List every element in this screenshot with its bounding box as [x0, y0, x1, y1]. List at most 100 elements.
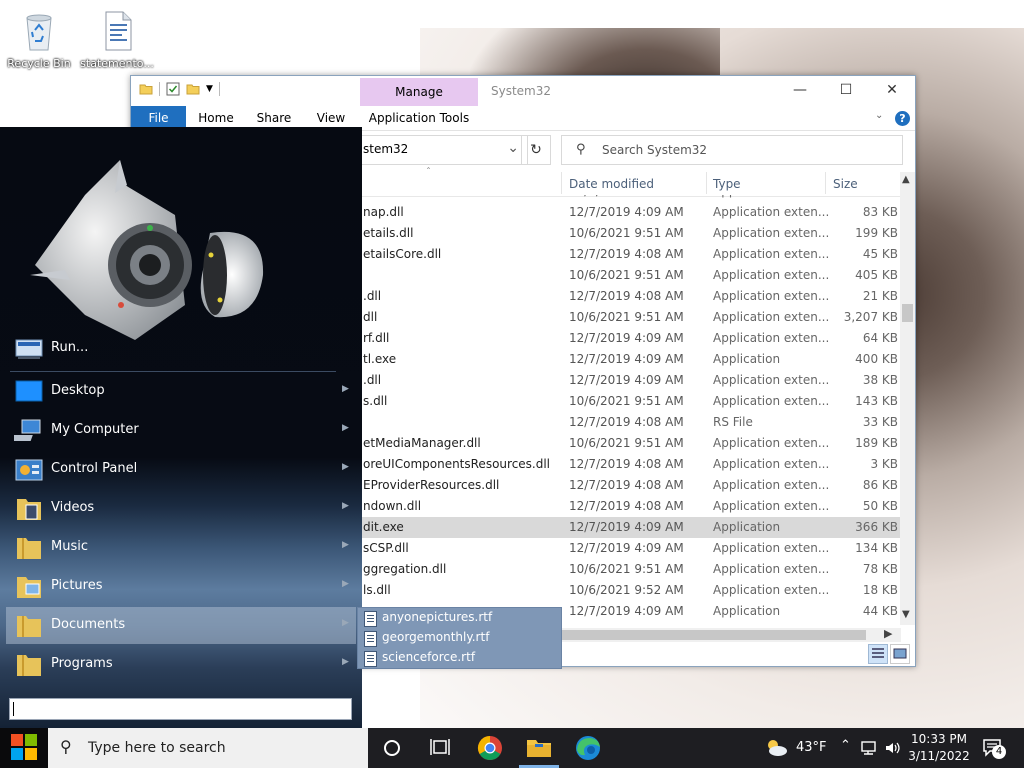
file-row[interactable]: s.dll 10/6/2021 9:51 AM Application exten.… [356, 391, 901, 412]
expand-ribbon-icon[interactable]: ⌄ [875, 110, 883, 121]
file-type: Application exten... [713, 478, 830, 492]
file-size: 50 KB [862, 499, 898, 513]
file-row[interactable]: sCSP.dll 12/7/2019 4:09 AM Application ext… [356, 538, 901, 559]
start-menu-item-control-panel[interactable]: Control Panel ▶ [6, 451, 356, 488]
start-menu-item-music[interactable]: Music ▶ [6, 529, 356, 566]
file-row[interactable]: 12/7/2019 4:08 AM RS File 33 KB [356, 412, 901, 433]
chrome-taskbar-button[interactable] [466, 728, 514, 768]
volume-icon[interactable] [884, 740, 902, 756]
file-name: etMediaManager.dll [363, 436, 481, 450]
scroll-down-icon[interactable]: ▼ [902, 609, 910, 620]
column-size[interactable]: Size [833, 177, 858, 191]
chevron-down-icon[interactable]: ⌄ [507, 140, 519, 156]
cortana-button[interactable] [368, 728, 416, 768]
start-menu-item-programs[interactable]: Programs ▶ [6, 646, 356, 683]
start-menu-item-label: My Computer [51, 422, 139, 437]
scroll-up-icon[interactable]: ▲ [902, 174, 910, 185]
action-center-button[interactable]: 4 [978, 728, 1018, 768]
taskbar-search-box[interactable]: ⚲ Type here to search [48, 728, 368, 768]
file-size: 189 KB [855, 436, 898, 450]
file-row[interactable]: ndown.dll 12/7/2019 4:08 AM Application ex… [356, 496, 901, 517]
manage-tab-group[interactable]: Manage [360, 78, 478, 107]
file-row[interactable]: ls.dll 10/6/2021 9:52 AM Application exten… [356, 580, 901, 601]
file-row[interactable]: tl.exe 12/7/2019 4:09 AM Application 400 KB [356, 349, 901, 370]
start-menu-item-videos[interactable]: Videos ▶ [6, 490, 356, 527]
file-row[interactable]: dit.exe 12/7/2019 4:09 AM Application 366 K… [356, 517, 901, 538]
new-folder-icon[interactable] [186, 82, 200, 96]
file-row[interactable]: benches.exe 12/7/2019 9:51 AM Application 1… [356, 195, 901, 202]
file-row[interactable]: .dll 12/7/2019 4:08 AM Application exten..… [356, 286, 901, 307]
scroll-right-icon[interactable]: ▶ [884, 627, 892, 640]
file-row[interactable]: ggregation.dll 10/6/2021 9:51 AM Applicati… [356, 559, 901, 580]
maximize-button[interactable]: ☐ [823, 76, 869, 106]
file-explorer-icon [527, 740, 551, 757]
desktop-icon-statement[interactable]: statemento... [78, 10, 156, 70]
desktop-icon [14, 379, 43, 405]
scroll-thumb[interactable] [902, 304, 913, 322]
file-row[interactable]: oreUIComponentsResources.dll 12/7/2019 4:… [356, 454, 901, 475]
file-row[interactable]: etails.dll 10/6/2021 9:51 AM Application e… [356, 223, 901, 244]
file-date-modified: 10/6/2021 9:51 AM [569, 436, 684, 450]
submenu-arrow-icon: ▶ [342, 501, 349, 511]
start-menu-item-run[interactable]: Run... [6, 330, 356, 367]
file-size: 134 KB [855, 541, 898, 555]
column-type[interactable]: Type [713, 177, 741, 191]
file-row[interactable]: nap.dll 12/7/2019 4:09 AM Application exte… [356, 202, 901, 223]
file-list: benches.exe 12/7/2019 9:51 AM Application 1… [356, 195, 901, 625]
properties-icon[interactable] [166, 82, 180, 96]
minimize-button[interactable]: — [777, 76, 823, 106]
taskbar-search-placeholder: Type here to search [88, 740, 226, 756]
file-date-modified: 10/6/2021 9:51 AM [569, 226, 684, 240]
file-row[interactable]: .dll 12/7/2019 4:09 AM Application exten..… [356, 370, 901, 391]
large-icons-view-icon[interactable] [890, 644, 910, 664]
clock[interactable]: 10:33 PM 3/11/2022 [904, 728, 974, 768]
tab-application-tools[interactable]: Application Tools [360, 106, 478, 130]
column-date-modified[interactable]: Date modified [569, 177, 654, 191]
start-menu-search-input[interactable] [9, 698, 352, 720]
file-name: ggregation.dll [363, 562, 447, 576]
flyout-document-label: scienceforce.rtf [382, 650, 476, 664]
file-size: 21 KB [862, 289, 898, 303]
refresh-button[interactable]: ↻ [521, 135, 551, 165]
address-bar[interactable]: stem32 ⌄ [356, 135, 528, 165]
start-menu-item-my-computer[interactable]: My Computer ▶ [6, 412, 356, 449]
edge-taskbar-button[interactable] [564, 728, 612, 768]
close-button[interactable]: ✕ [869, 76, 915, 106]
file-size: 38 KB [862, 373, 898, 387]
spacecraft-image [30, 160, 264, 340]
file-row[interactable]: etMediaManager.dll 10/6/2021 9:51 AM Appli… [356, 433, 901, 454]
file-date-modified: 12/7/2019 4:09 AM [569, 604, 684, 618]
file-date-modified: 12/7/2019 4:08 AM [569, 289, 684, 303]
start-menu-item-documents[interactable]: Documents ▶ [6, 607, 356, 644]
title-bar: ▼ Manage System32 — ☐ ✕ [131, 76, 915, 107]
file-name: ls.dll [363, 583, 391, 597]
start-menu-item-desktop[interactable]: Desktop ▶ [6, 373, 356, 410]
customize-toolbar-icon[interactable]: ▼ [206, 84, 213, 94]
search-box[interactable]: ⚲ Search System32 [561, 135, 903, 165]
details-view-icon[interactable] [868, 644, 888, 664]
file-type: Application exten... [713, 310, 830, 324]
start-menu-item-label: Documents [51, 617, 126, 632]
rtf-document-icon [364, 611, 377, 627]
start-menu-item-label: Videos [51, 500, 95, 515]
file-row[interactable]: 10/6/2021 9:51 AM Application exten... 405… [356, 265, 901, 286]
file-explorer-taskbar-button[interactable] [515, 728, 563, 768]
file-row[interactable]: etailsCore.dll 12/7/2019 4:08 AM Applicati… [356, 244, 901, 265]
file-name: etails.dll [363, 226, 414, 240]
help-icon[interactable]: ? [895, 111, 910, 126]
file-row[interactable]: rf.dll 12/7/2019 4:09 AM Application exten… [356, 328, 901, 349]
submenu-arrow-icon: ▶ [342, 423, 349, 433]
document-icon [105, 11, 132, 51]
file-row[interactable]: EProviderResources.dll 12/7/2019 4:08 AM A… [356, 475, 901, 496]
network-icon[interactable] [860, 740, 878, 756]
file-row[interactable]: dll 10/6/2021 9:51 AM Application exten...… [356, 307, 901, 328]
desktop-icon-recycle-bin[interactable]: Recycle Bin [0, 10, 78, 70]
file-date-modified: 10/6/2021 9:51 AM [569, 562, 684, 576]
show-hidden-icons-chevron-icon[interactable]: ⌃ [840, 738, 851, 753]
computer-icon [8, 418, 42, 444]
start-menu-item-pictures[interactable]: Pictures ▶ [6, 568, 356, 605]
vertical-scrollbar[interactable]: ▲ ▼ [900, 172, 915, 625]
task-view-button[interactable] [416, 728, 464, 768]
file-name: benches.exe [363, 195, 439, 202]
start-button[interactable] [0, 728, 48, 768]
